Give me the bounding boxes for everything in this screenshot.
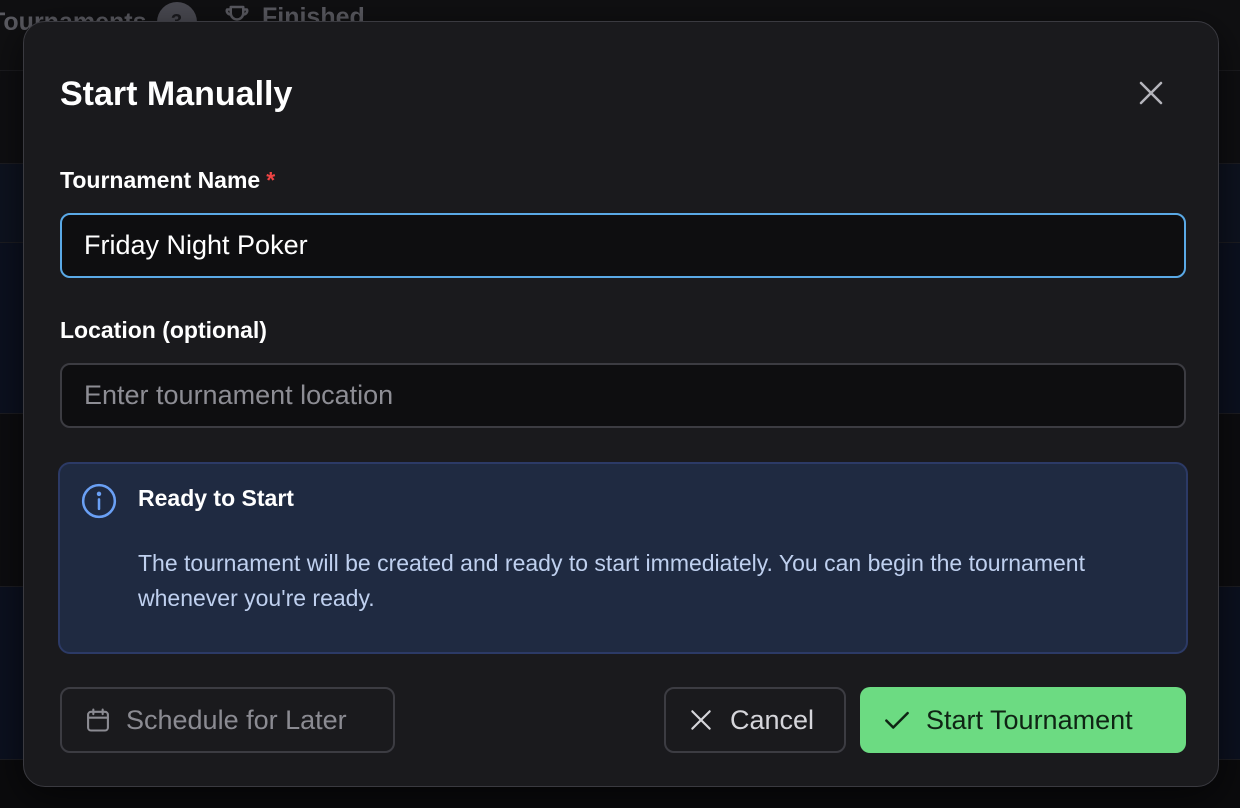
location-input[interactable] [60, 363, 1186, 428]
required-indicator: * [266, 167, 276, 193]
tournament-name-label-text: Tournament Name [60, 167, 261, 193]
close-button[interactable] [1130, 72, 1172, 114]
location-label: Location (optional) [60, 317, 267, 343]
info-callout: Ready to Start The tournament will be cr… [58, 462, 1188, 654]
calendar-icon [87, 708, 109, 732]
cancel-button[interactable]: Cancel [664, 687, 846, 753]
info-message: The tournament will be created and ready… [138, 550, 1085, 611]
start-tournament-button[interactable]: Start Tournament [860, 687, 1186, 753]
schedule-for-later-button[interactable]: Schedule for Later [60, 687, 395, 753]
cancel-button-label: Cancel [730, 704, 815, 735]
dialog-title: Start Manually [60, 75, 293, 113]
close-icon [691, 710, 711, 730]
info-title: Ready to Start [138, 485, 294, 511]
start-button-label: Start Tournament [926, 704, 1133, 735]
close-icon [1139, 81, 1163, 105]
tournament-name-input[interactable] [60, 213, 1186, 278]
info-icon [81, 483, 117, 519]
start-manually-dialog: Start Manually Tournament Name* Location… [23, 21, 1219, 787]
schedule-button-label: Schedule for Later [126, 704, 347, 735]
tournament-name-label: Tournament Name * [60, 166, 275, 194]
check-icon [885, 711, 909, 729]
